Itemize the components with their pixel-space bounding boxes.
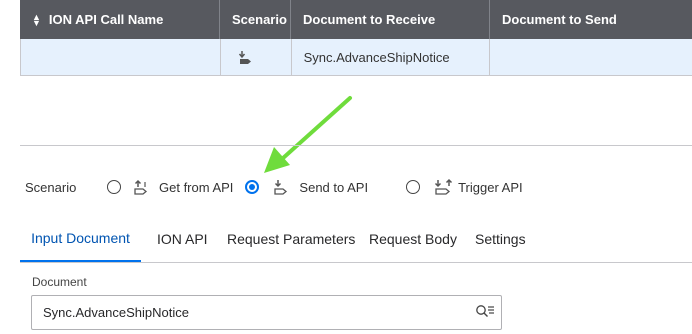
green-arrow-annotation [264,96,352,173]
radio-label[interactable]: Get from API [159,180,233,195]
column-header-label: Document to Send [502,12,617,27]
table-row[interactable]: Sync.AdvanceShipNotice [20,39,692,76]
send-to-api-icon [274,180,288,195]
radio-label[interactable]: Trigger API [458,180,523,195]
scenario-radio-group: Scenario Get from API Send to API Trigge… [25,176,523,198]
column-header-send[interactable]: Document to Send [490,0,692,39]
get-from-api-icon [134,179,148,195]
cell-call-name[interactable] [21,39,221,75]
radio-label[interactable]: Send to API [299,180,368,195]
grid-header: ▲ ▼ ION API Call Name Scenario Document t… [20,0,692,39]
send-to-api-icon [238,51,251,64]
document-field[interactable] [31,295,502,330]
scenario-label: Scenario [25,179,77,195]
column-header-call-name[interactable]: ▲ ▼ ION API Call Name [20,0,220,39]
document-label: Document [32,275,87,289]
cell-send[interactable] [490,39,692,75]
tab-request-parameters[interactable]: Request Parameters [227,216,355,261]
section-divider [20,145,692,146]
lookup-icon[interactable] [475,304,495,320]
cell-receive[interactable]: Sync.AdvanceShipNotice [292,39,491,75]
column-header-scenario[interactable]: Scenario [220,0,291,39]
tab-input-document[interactable]: Input Document [20,216,141,262]
cell-scenario[interactable] [221,39,292,75]
column-header-label: Scenario [232,12,287,27]
document-input[interactable] [32,304,465,321]
column-header-label: Document to Receive [303,12,436,27]
tab-settings[interactable]: Settings [475,216,526,261]
column-header-label: ION API Call Name [48,12,164,27]
tab-request-body[interactable]: Request Body [369,216,457,261]
tab-bar: Input Document ION API Request Parameter… [20,216,692,263]
sort-icon[interactable]: ▲ ▼ [32,12,41,27]
radio-trigger-api[interactable] [406,180,421,194]
radio-send-to-api[interactable] [245,180,260,194]
tab-ion-api[interactable]: ION API [157,216,208,261]
trigger-api-icon [435,178,453,195]
api-call-grid: ▲ ▼ ION API Call Name Scenario Document t… [20,0,692,76]
column-header-receive[interactable]: Document to Receive [291,0,490,39]
radio-get-from-api[interactable] [107,180,121,194]
